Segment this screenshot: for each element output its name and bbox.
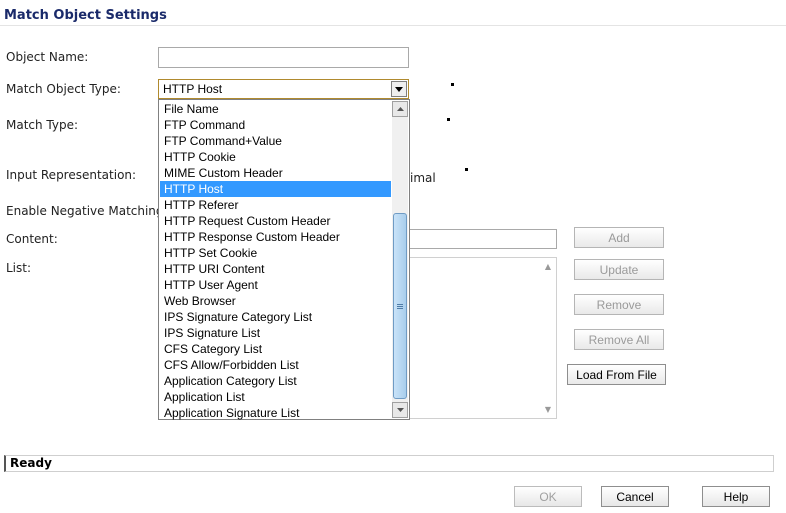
input-representation-tick-mark <box>465 168 468 171</box>
dropdown-option[interactable]: FTP Command <box>160 117 391 133</box>
dropdown-option[interactable]: FTP Command+Value <box>160 133 391 149</box>
match-type-tick-mark <box>447 118 450 121</box>
ok-button[interactable]: OK <box>514 486 582 507</box>
dropdown-option[interactable]: Web Browser <box>160 293 391 309</box>
remove-button[interactable]: Remove <box>574 294 664 315</box>
update-button[interactable]: Update <box>574 259 664 280</box>
dropdown-option[interactable]: HTTP Set Cookie <box>160 245 391 261</box>
object-name-label: Object Name: <box>6 50 89 64</box>
match-object-type-tick-mark <box>451 83 454 86</box>
dropdown-option[interactable]: HTTP Cookie <box>160 149 391 165</box>
dropdown-option[interactable]: HTTP Request Custom Header <box>160 213 391 229</box>
dropdown-option[interactable]: File Name <box>160 101 391 117</box>
dropdown-option[interactable]: HTTP Referer <box>160 197 391 213</box>
match-type-label: Match Type: <box>6 118 79 132</box>
input-representation-partial-text: imal <box>410 171 436 185</box>
scroll-up-icon[interactable] <box>392 101 408 117</box>
status-bar: Ready <box>4 455 774 472</box>
chevron-down-icon[interactable] <box>391 81 407 97</box>
enable-negative-matching-label: Enable Negative Matching: <box>6 204 168 218</box>
list-scroll-up-icon[interactable]: ▲ <box>545 262 551 271</box>
dropdown-option[interactable]: CFS Category List <box>160 341 391 357</box>
dropdown-option[interactable]: IPS Signature List <box>160 325 391 341</box>
object-name-input[interactable] <box>158 47 409 68</box>
dropdown-option[interactable]: HTTP User Agent <box>160 277 391 293</box>
page-title: Match Object Settings <box>4 8 167 23</box>
match-object-settings-dialog: Match Object Settings Object Name: Match… <box>0 0 786 513</box>
dropdown-option[interactable]: IPS Signature Category List <box>160 309 391 325</box>
scroll-down-icon[interactable] <box>392 402 408 418</box>
dropdown-option[interactable]: Application List <box>160 389 391 405</box>
list-label: List: <box>6 261 32 275</box>
remove-all-button[interactable]: Remove All <box>574 329 664 350</box>
help-button[interactable]: Help <box>702 486 770 507</box>
content-input[interactable] <box>408 229 557 249</box>
dropdown-option[interactable]: MIME Custom Header <box>160 165 391 181</box>
dropdown-option[interactable]: CFS Allow/Forbidden List <box>160 357 391 373</box>
load-from-file-button[interactable]: Load From File <box>567 364 666 385</box>
grip-icon <box>397 303 403 309</box>
dropdown-option[interactable]: HTTP URI Content <box>160 261 391 277</box>
match-object-type-select[interactable]: HTTP Host <box>158 79 409 99</box>
cancel-button[interactable]: Cancel <box>601 486 669 507</box>
match-object-type-dropdown-list[interactable]: File Name FTP Command FTP Command+Value … <box>158 99 410 420</box>
dropdown-scrollbar[interactable] <box>392 101 408 418</box>
list-scroll-down-icon[interactable]: ▼ <box>545 405 551 414</box>
scrollbar-thumb[interactable] <box>393 213 407 399</box>
content-label: Content: <box>6 232 58 246</box>
status-text: Ready <box>10 456 52 470</box>
input-representation-label: Input Representation: <box>6 168 137 182</box>
add-button[interactable]: Add <box>574 227 664 248</box>
match-list-box[interactable]: ▲ ▼ <box>408 257 557 419</box>
match-object-type-label: Match Object Type: <box>6 82 121 96</box>
dropdown-option[interactable]: Application Category List <box>160 373 391 389</box>
header-divider <box>0 25 786 26</box>
dropdown-option[interactable]: Application Signature List <box>160 405 391 421</box>
dropdown-option-selected[interactable]: HTTP Host <box>160 181 391 197</box>
match-object-type-selected-value: HTTP Host <box>163 82 223 96</box>
dropdown-option[interactable]: HTTP Response Custom Header <box>160 229 391 245</box>
